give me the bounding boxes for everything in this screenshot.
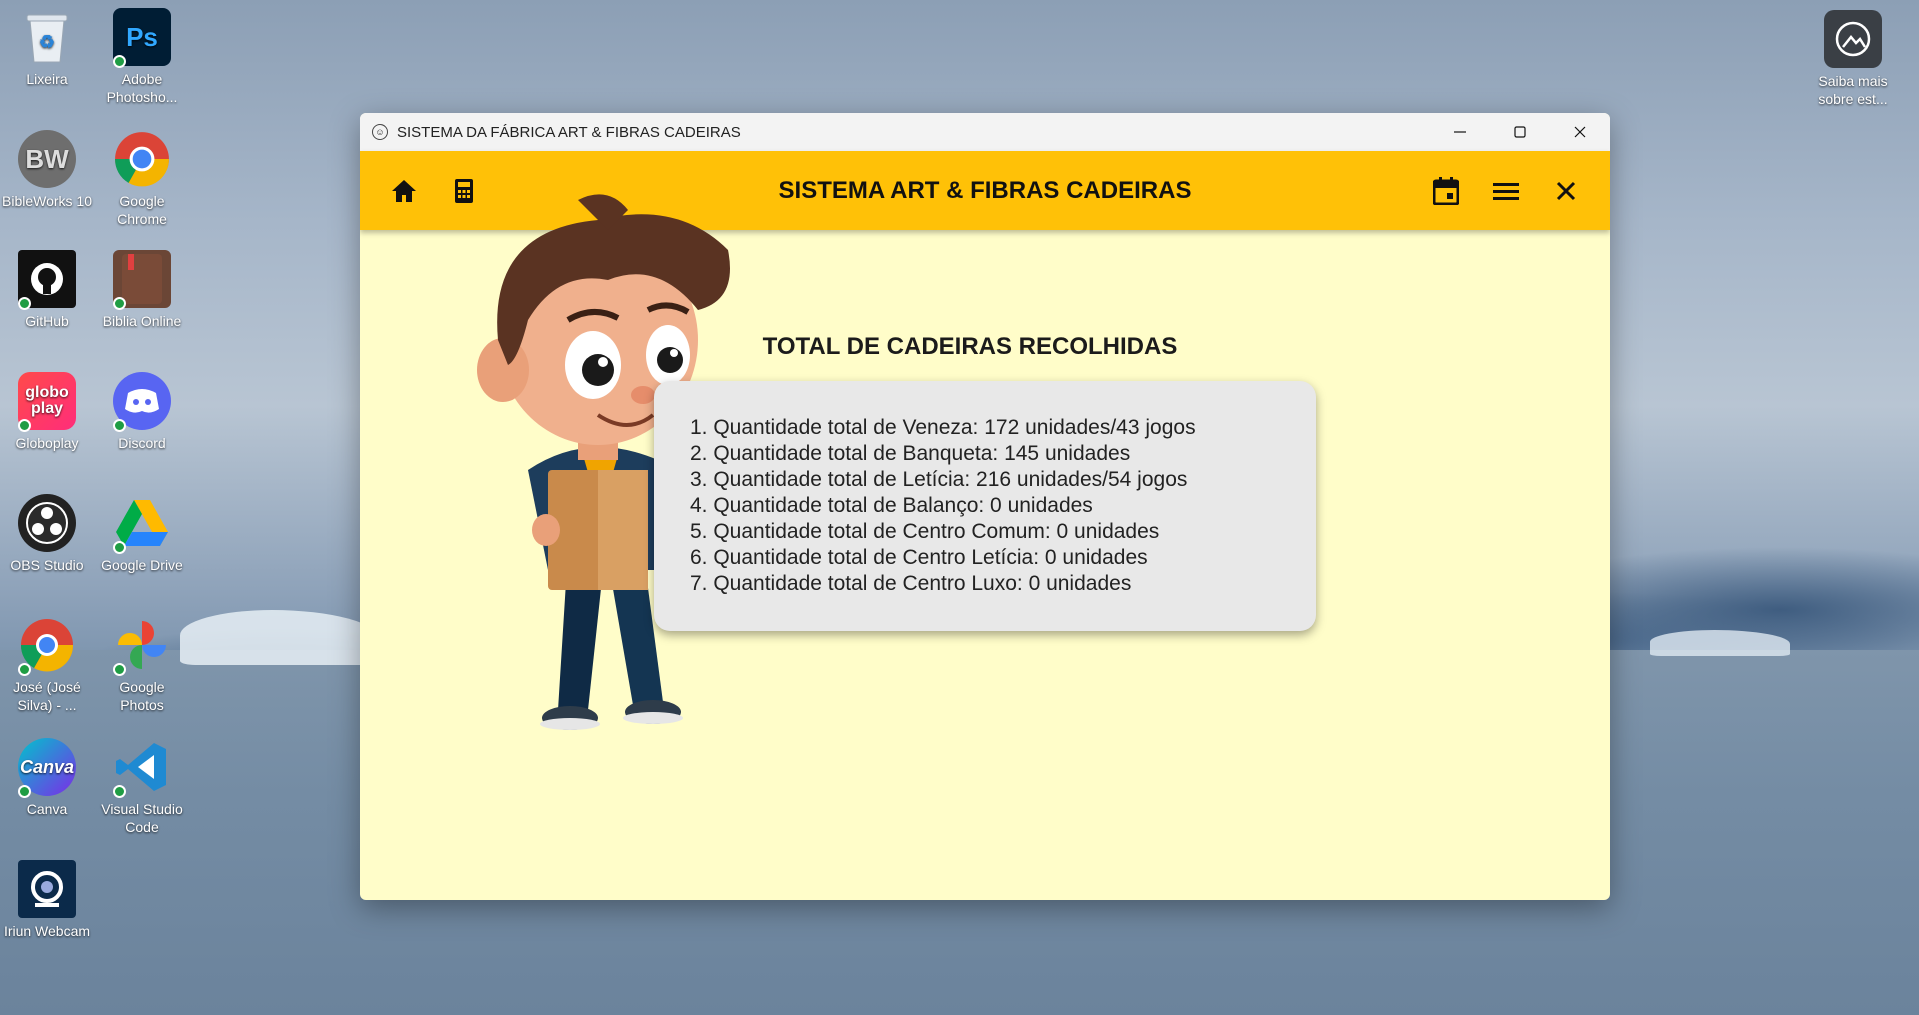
vscode-icon (113, 738, 171, 798)
home-button[interactable] (382, 169, 426, 213)
desktop-icon-chrome-profile[interactable]: José (José Silva) - ... (2, 616, 92, 714)
desktop-icon-github[interactable]: GitHub (2, 250, 92, 330)
minimize-button[interactable] (1430, 113, 1490, 151)
close-window-button[interactable] (1550, 113, 1610, 151)
maximize-button[interactable] (1490, 113, 1550, 151)
learn-more-icon (1824, 10, 1882, 68)
maximize-icon (1514, 126, 1526, 138)
chrome-icon (113, 130, 171, 188)
desktop-icon-iriun[interactable]: Iriun Webcam (2, 860, 92, 940)
list-item: 5. Quantidade total de Centro Comum: 0 u… (690, 520, 1160, 543)
list-item: 4. Quantidade total de Balanço: 0 unidad… (690, 494, 1093, 517)
list-item: 6. Quantidade total de Centro Letícia: 0… (690, 546, 1148, 569)
menu-button[interactable] (1484, 169, 1528, 213)
desktop-icon-label: Google Drive (101, 557, 183, 573)
close-app-button[interactable] (1544, 169, 1588, 213)
github-icon (18, 250, 76, 310)
desktop-icon-label: Discord (118, 435, 166, 451)
wallpaper-iceberg (1650, 630, 1790, 656)
desktop-icon-google-photos[interactable]: Google Photos (97, 616, 187, 714)
globoplay-icon: globo play (18, 372, 76, 432)
desktop-icon-label: Visual Studio Code (101, 801, 183, 835)
bible-icon (113, 250, 171, 310)
window-titlebar[interactable]: ☺ SISTEMA DA FÁBRICA ART & FIBRAS CADEIR… (360, 113, 1610, 151)
desktop-icon-label: Globoplay (15, 435, 79, 451)
app-logo-icon: ☺ (372, 124, 388, 140)
photoshop-icon: Ps (113, 8, 171, 68)
desktop-icon-label: BibleWorks 10 (2, 193, 93, 209)
close-icon (1556, 181, 1576, 200)
section-title: TOTAL DE CADEIRAS RECOLHIDAS (762, 333, 1178, 360)
menu-icon (1493, 182, 1519, 200)
desktop-icon-label: Saiba mais sobre est... (1818, 73, 1888, 107)
close-icon (1574, 126, 1586, 138)
desktop-icon-label: Google Photos (119, 679, 165, 713)
desktop-icon-chrome[interactable]: Google Chrome (97, 130, 187, 228)
totals-card: 1. Quantidade total de Veneza: 172 unida… (654, 381, 1316, 631)
calendar-icon (1433, 176, 1459, 205)
desktop-icon-photoshop[interactable]: Ps Adobe Photosho... (97, 8, 187, 106)
svg-text:♻: ♻ (39, 32, 55, 52)
google-photos-icon (113, 616, 171, 676)
desktop-icon-label: GitHub (25, 313, 69, 329)
bibleworks-icon: BW (18, 130, 76, 188)
canva-icon: Canva (18, 738, 76, 798)
list-item: 1. Quantidade total de Veneza: 172 unida… (690, 416, 1196, 439)
app-window: ☺ SISTEMA DA FÁBRICA ART & FIBRAS CADEIR… (360, 113, 1610, 900)
calendar-button[interactable] (1424, 169, 1468, 213)
webcam-icon (18, 860, 76, 918)
list-item: 2. Quantidade total de Banqueta: 145 uni… (690, 442, 1131, 465)
home-icon (392, 179, 416, 202)
desktop-icon-label: Biblia Online (102, 313, 182, 329)
desktop-icon-label: Google Chrome (117, 193, 167, 227)
wallpaper-iceberg (180, 610, 380, 665)
desktop-icon-saiba-mais[interactable]: Saiba mais sobre est... (1808, 10, 1898, 108)
desktop-icon-bibleworks[interactable]: BW BibleWorks 10 (2, 130, 92, 210)
desktop-icon-discord[interactable]: Discord (97, 372, 187, 452)
list-item: 7. Quantidade total de Centro Luxo: 0 un… (690, 572, 1132, 595)
desktop-icon-vscode[interactable]: Visual Studio Code (97, 738, 187, 836)
desktop-icon-canva[interactable]: Canva Canva (2, 738, 92, 818)
chrome-profile-icon (18, 616, 76, 676)
recycle-bin-icon: ♻ (18, 8, 76, 66)
minimize-icon (1454, 131, 1466, 133)
desktop-icon-label: OBS Studio (10, 557, 84, 573)
desktop-icon-globoplay[interactable]: globo play Globoplay (2, 372, 92, 452)
desktop-icon-label: Adobe Photosho... (106, 71, 178, 105)
google-drive-icon (113, 494, 171, 554)
desktop-icon-lixeira[interactable]: ♻ Lixeira (2, 8, 92, 88)
main-content: TOTAL DE CADEIRAS RECOLHIDAS 1. Quantida… (360, 194, 1610, 900)
desktop-icon-obs[interactable]: OBS Studio (2, 494, 92, 574)
desktop-icon-label: Canva (26, 801, 68, 817)
desktop-icon-google-drive[interactable]: Google Drive (97, 494, 187, 574)
list-item: 3. Quantidade total de Letícia: 216 unid… (690, 468, 1188, 491)
totals-list: 1. Quantidade total de Veneza: 172 unida… (690, 415, 1280, 597)
desktop-icon-label: Iriun Webcam (3, 923, 91, 939)
desktop-icon-label: Lixeira (26, 71, 68, 87)
desktop-icon-label: José (José Silva) - ... (13, 679, 81, 713)
obs-icon (18, 494, 76, 552)
desktop-icon-biblia[interactable]: Biblia Online (97, 250, 187, 330)
window-title: SISTEMA DA FÁBRICA ART & FIBRAS CADEIRAS (397, 123, 741, 141)
discord-icon (113, 372, 171, 432)
